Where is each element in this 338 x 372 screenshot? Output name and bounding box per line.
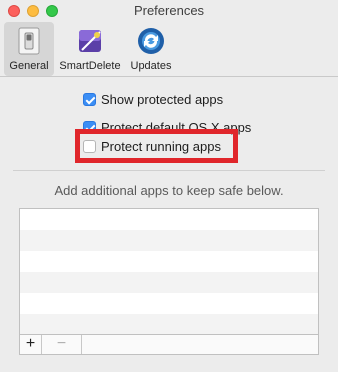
- remove-app-button[interactable]: −: [42, 335, 82, 354]
- protected-apps-list[interactable]: + −: [19, 208, 319, 355]
- close-window-button[interactable]: [8, 5, 20, 17]
- tab-updates[interactable]: Updates: [126, 22, 176, 76]
- list-item: [20, 314, 318, 335]
- list-item: [20, 251, 318, 272]
- window-title: Preferences: [133, 3, 205, 18]
- tab-general[interactable]: General: [4, 22, 54, 76]
- smartdelete-icon: [79, 30, 101, 52]
- apps-list-hint: Add additional apps to keep safe below.: [54, 183, 284, 198]
- list-item: [20, 209, 318, 230]
- updates-icon: [138, 28, 164, 54]
- add-app-button[interactable]: +: [20, 335, 42, 354]
- title-bar: Preferences: [0, 0, 338, 22]
- list-item: [20, 293, 318, 314]
- list-item: [20, 230, 318, 251]
- list-item: [20, 272, 318, 293]
- switch-icon: [18, 27, 40, 55]
- show-protected-apps-label: Show protected apps: [101, 92, 224, 107]
- tab-general-label: General: [9, 60, 49, 72]
- show-protected-apps-checkbox[interactable]: [83, 93, 96, 107]
- list-footer: + −: [20, 334, 318, 354]
- tab-updates-label: Updates: [130, 60, 172, 72]
- show-protected-apps-option[interactable]: Show protected apps: [83, 91, 223, 109]
- zoom-window-button[interactable]: [46, 5, 58, 17]
- tab-smartdelete-label: SmartDelete: [59, 60, 121, 72]
- tab-smartdelete[interactable]: SmartDelete: [55, 22, 125, 76]
- preferences-toolbar: General SmartDelete Updates: [0, 22, 338, 77]
- minimize-window-button[interactable]: [27, 5, 39, 17]
- annotation-highlight-box: [75, 129, 238, 163]
- divider: [13, 170, 325, 171]
